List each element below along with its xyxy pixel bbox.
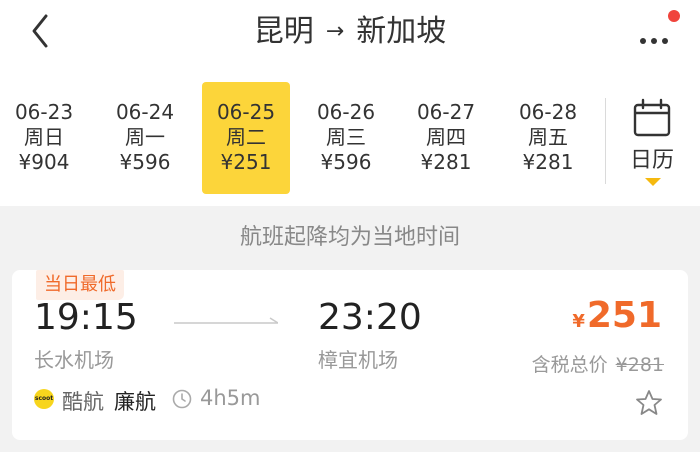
top-nav-bar: 昆明 → 新加坡 bbox=[0, 0, 700, 68]
date-price: ¥904 bbox=[18, 150, 70, 174]
scoot-logo-icon: scoot bbox=[34, 389, 54, 409]
date-label: 06-23 bbox=[14, 100, 74, 124]
original-price: ¥281 bbox=[615, 354, 664, 376]
arrival-airport: 樟宜机场 bbox=[318, 348, 398, 372]
notification-dot bbox=[668, 10, 680, 22]
arrival-time: 23:20 bbox=[318, 297, 422, 338]
calendar-label: 日历 bbox=[629, 148, 674, 173]
flight-price: ¥251 bbox=[572, 294, 662, 338]
currency-symbol: ¥ bbox=[572, 311, 585, 332]
date-label: 06-27 bbox=[416, 100, 476, 124]
departure-airport: 长水机场 bbox=[34, 348, 114, 372]
date-price: ¥596 bbox=[119, 150, 171, 174]
date-price: ¥251 bbox=[220, 150, 272, 174]
origin-city: 昆明 bbox=[253, 14, 314, 49]
divider bbox=[605, 98, 606, 184]
date-label: 06-24 bbox=[115, 100, 175, 124]
low-cost-tag: 廉航 bbox=[114, 390, 156, 414]
date-item-0625-selected[interactable]: 06-25 周二 ¥251 bbox=[202, 82, 290, 194]
route-arrow: → bbox=[325, 19, 345, 44]
more-button[interactable] bbox=[630, 10, 680, 54]
star-icon[interactable] bbox=[634, 388, 664, 418]
route-title: 昆明 → 新加坡 bbox=[0, 10, 700, 57]
flight-duration: 4h5m bbox=[200, 386, 261, 410]
weekday-label: 周四 bbox=[426, 125, 466, 149]
more-dot-icon bbox=[651, 38, 657, 44]
date-item-0624[interactable]: 06-24 周一 ¥596 bbox=[101, 82, 189, 194]
weekday-label: 周二 bbox=[226, 125, 266, 149]
destination-city: 新加坡 bbox=[356, 14, 447, 49]
date-price: ¥596 bbox=[320, 150, 372, 174]
weekday-label: 周三 bbox=[326, 125, 366, 149]
weekday-label: 周五 bbox=[528, 125, 568, 149]
date-price: ¥281 bbox=[522, 150, 574, 174]
date-label: 06-26 bbox=[316, 100, 376, 124]
weekday-label: 周日 bbox=[24, 125, 64, 149]
departure-time: 19:15 bbox=[34, 297, 138, 338]
more-dot-icon bbox=[662, 38, 668, 44]
route-line-icon bbox=[174, 317, 278, 324]
date-item-0623[interactable]: 06-23 周日 ¥904 bbox=[0, 82, 88, 194]
date-item-0628[interactable]: 06-28 周五 ¥281 bbox=[504, 82, 592, 194]
calendar-button[interactable]: 日历 bbox=[616, 96, 688, 196]
date-label: 06-28 bbox=[518, 100, 578, 124]
more-dot-icon bbox=[640, 38, 646, 44]
date-item-0626[interactable]: 06-26 周三 ¥596 bbox=[302, 82, 390, 194]
local-time-notice: 航班起降均为当地时间 bbox=[239, 225, 460, 250]
date-price: ¥281 bbox=[420, 150, 472, 174]
tax-label: 含税总价 bbox=[531, 354, 608, 376]
caret-down-icon bbox=[645, 178, 661, 186]
clock-icon bbox=[172, 389, 192, 409]
date-label: 06-25 bbox=[216, 100, 276, 124]
calendar-icon bbox=[633, 98, 671, 137]
flight-card[interactable]: 当日最低 19:15 23:20 长水机场 樟宜机场 ¥251 含税总价 ¥281… bbox=[12, 270, 688, 440]
price-value: 251 bbox=[586, 295, 662, 336]
tax-info: 含税总价 ¥281 bbox=[532, 350, 664, 377]
date-item-0627[interactable]: 06-27 周四 ¥281 bbox=[402, 82, 490, 194]
airline-name: 酷航 bbox=[62, 390, 104, 414]
date-selector: 06-23 周日 ¥904 06-24 周一 ¥596 06-25 周二 ¥25… bbox=[0, 68, 700, 206]
weekday-label: 周一 bbox=[125, 125, 165, 149]
